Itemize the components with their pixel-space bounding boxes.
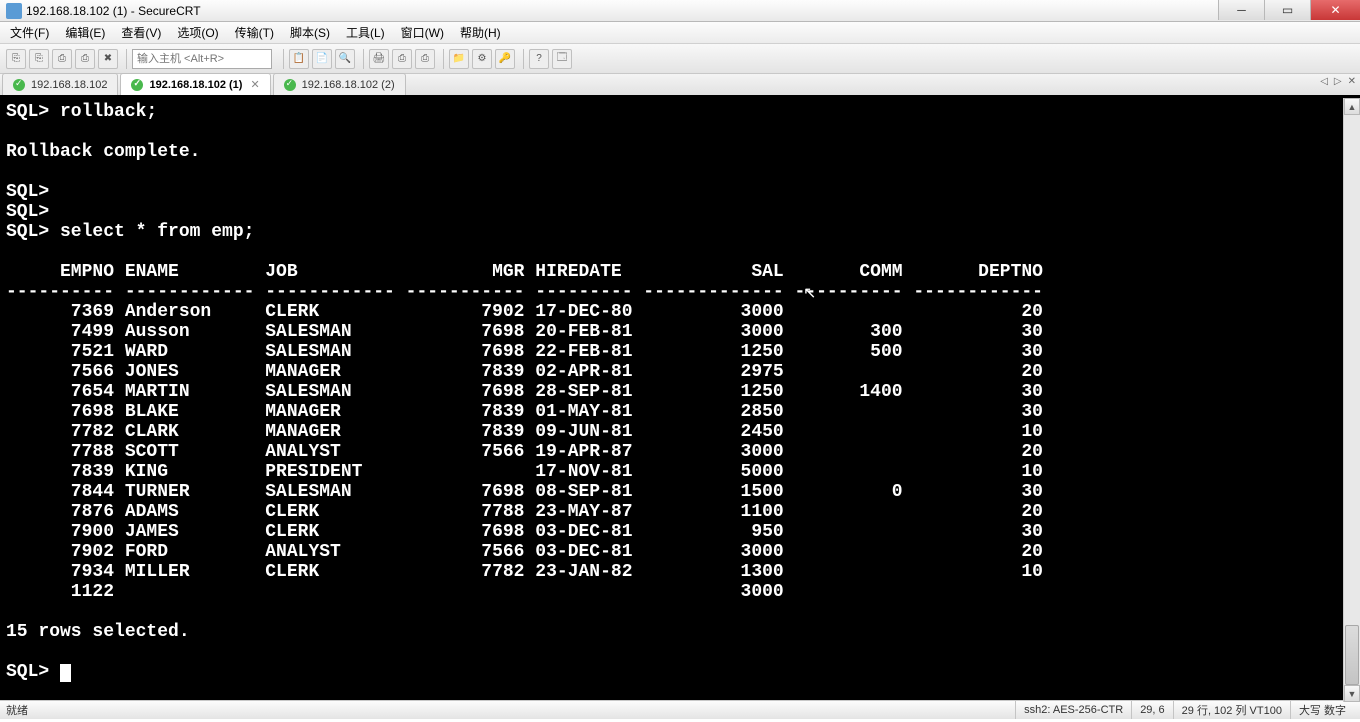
tab-label: 192.168.18.102 (2) [302, 79, 395, 91]
toolbar-button-3[interactable]: ⎙ [52, 49, 72, 69]
toolbar-key-icon[interactable]: 🔑 [495, 49, 515, 69]
close-button[interactable]: ✕ [1310, 0, 1360, 20]
titlebar: 192.168.18.102 (1) - SecureCRT ─ ▭ ✕ [0, 0, 1360, 22]
menu-options[interactable]: 选项(O) [177, 24, 218, 41]
scroll-thumb[interactable] [1345, 625, 1359, 685]
toolbar-separator [523, 49, 524, 69]
status-size: 29 行, 102 列 VT100 [1173, 701, 1290, 719]
tab-label: 192.168.18.102 (1) [149, 79, 242, 91]
menu-view[interactable]: 查看(V) [121, 24, 161, 41]
tab-prev-icon[interactable]: ◁ [1320, 76, 1328, 87]
statusbar: 就绪 ssh2: AES-256-CTR 29, 6 29 行, 102 列 V… [0, 700, 1360, 719]
status-caps: 大写 数字 [1290, 701, 1354, 719]
scroll-track[interactable] [1344, 115, 1360, 685]
scroll-up-icon[interactable]: ▲ [1344, 98, 1360, 115]
toolbar-button-15[interactable]: 🗔 [552, 49, 572, 69]
toolbar-help-icon[interactable]: ? [529, 49, 549, 69]
maximize-button[interactable]: ▭ [1264, 0, 1310, 20]
toolbar-button-4[interactable]: ⎙ [75, 49, 95, 69]
tab-close-icon[interactable]: ✕ [250, 78, 259, 91]
toolbar-settings-icon[interactable]: ⚙ [472, 49, 492, 69]
tabbar: 192.168.18.102 192.168.18.102 (1) ✕ 192.… [0, 74, 1360, 98]
tab-session-3[interactable]: 192.168.18.102 (2) [273, 73, 406, 95]
menu-window[interactable]: 窗口(W) [401, 24, 444, 41]
connected-icon [131, 79, 143, 91]
menu-edit[interactable]: 编辑(E) [65, 24, 105, 41]
toolbar-paste-icon[interactable]: 📄 [312, 49, 332, 69]
connected-icon [13, 79, 25, 91]
toolbar-button-11[interactable]: ⎙ [415, 49, 435, 69]
terminal[interactable]: SQL> rollback; Rollback complete. SQL> S… [0, 98, 1360, 700]
menu-file[interactable]: 文件(F) [10, 24, 49, 41]
toolbar-button-1[interactable]: ⎘ [6, 49, 26, 69]
app-icon [6, 3, 22, 19]
status-position: 29, 6 [1131, 701, 1172, 719]
toolbar-separator [126, 49, 127, 69]
toolbar-separator [283, 49, 284, 69]
menubar: 文件(F) 编辑(E) 查看(V) 选项(O) 传输(T) 脚本(S) 工具(L… [0, 22, 1360, 44]
toolbar-button-10[interactable]: ⎙ [392, 49, 412, 69]
tab-nav: ◁ ▷ ✕ [1320, 76, 1356, 87]
tab-next-icon[interactable]: ▷ [1334, 76, 1342, 87]
menu-script[interactable]: 脚本(S) [290, 24, 330, 41]
menu-tools[interactable]: 工具(L) [346, 24, 385, 41]
tab-label: 192.168.18.102 [31, 79, 107, 91]
menu-help[interactable]: 帮助(H) [460, 24, 501, 41]
scrollbar[interactable]: ▲ ▼ [1343, 98, 1360, 702]
toolbar-separator [363, 49, 364, 69]
scroll-down-icon[interactable]: ▼ [1344, 685, 1360, 702]
toolbar-copy-icon[interactable]: 📋 [289, 49, 309, 69]
toolbar-print-icon[interactable]: 🖨 [369, 49, 389, 69]
toolbar-button-12[interactable]: 📁 [449, 49, 469, 69]
toolbar-separator [443, 49, 444, 69]
status-ready: 就绪 [6, 702, 28, 718]
tab-session-1[interactable]: 192.168.18.102 [2, 73, 118, 95]
status-connection: ssh2: AES-256-CTR [1015, 701, 1131, 719]
menu-transfer[interactable]: 传输(T) [235, 24, 274, 41]
minimize-button[interactable]: ─ [1218, 0, 1264, 20]
toolbar-find-icon[interactable]: 🔍 [335, 49, 355, 69]
tab-close-all-icon[interactable]: ✕ [1348, 76, 1356, 87]
window-title: 192.168.18.102 (1) - SecureCRT [26, 4, 201, 18]
toolbar-button-2[interactable]: ⎘ [29, 49, 49, 69]
tab-session-2[interactable]: 192.168.18.102 (1) ✕ [120, 73, 270, 95]
host-input[interactable] [132, 49, 272, 69]
toolbar: ⎘ ⎘ ⎙ ⎙ ✖ 📋 📄 🔍 🖨 ⎙ ⎙ 📁 ⚙ 🔑 ? 🗔 [0, 44, 1360, 74]
connected-icon [284, 79, 296, 91]
toolbar-button-5[interactable]: ✖ [98, 49, 118, 69]
